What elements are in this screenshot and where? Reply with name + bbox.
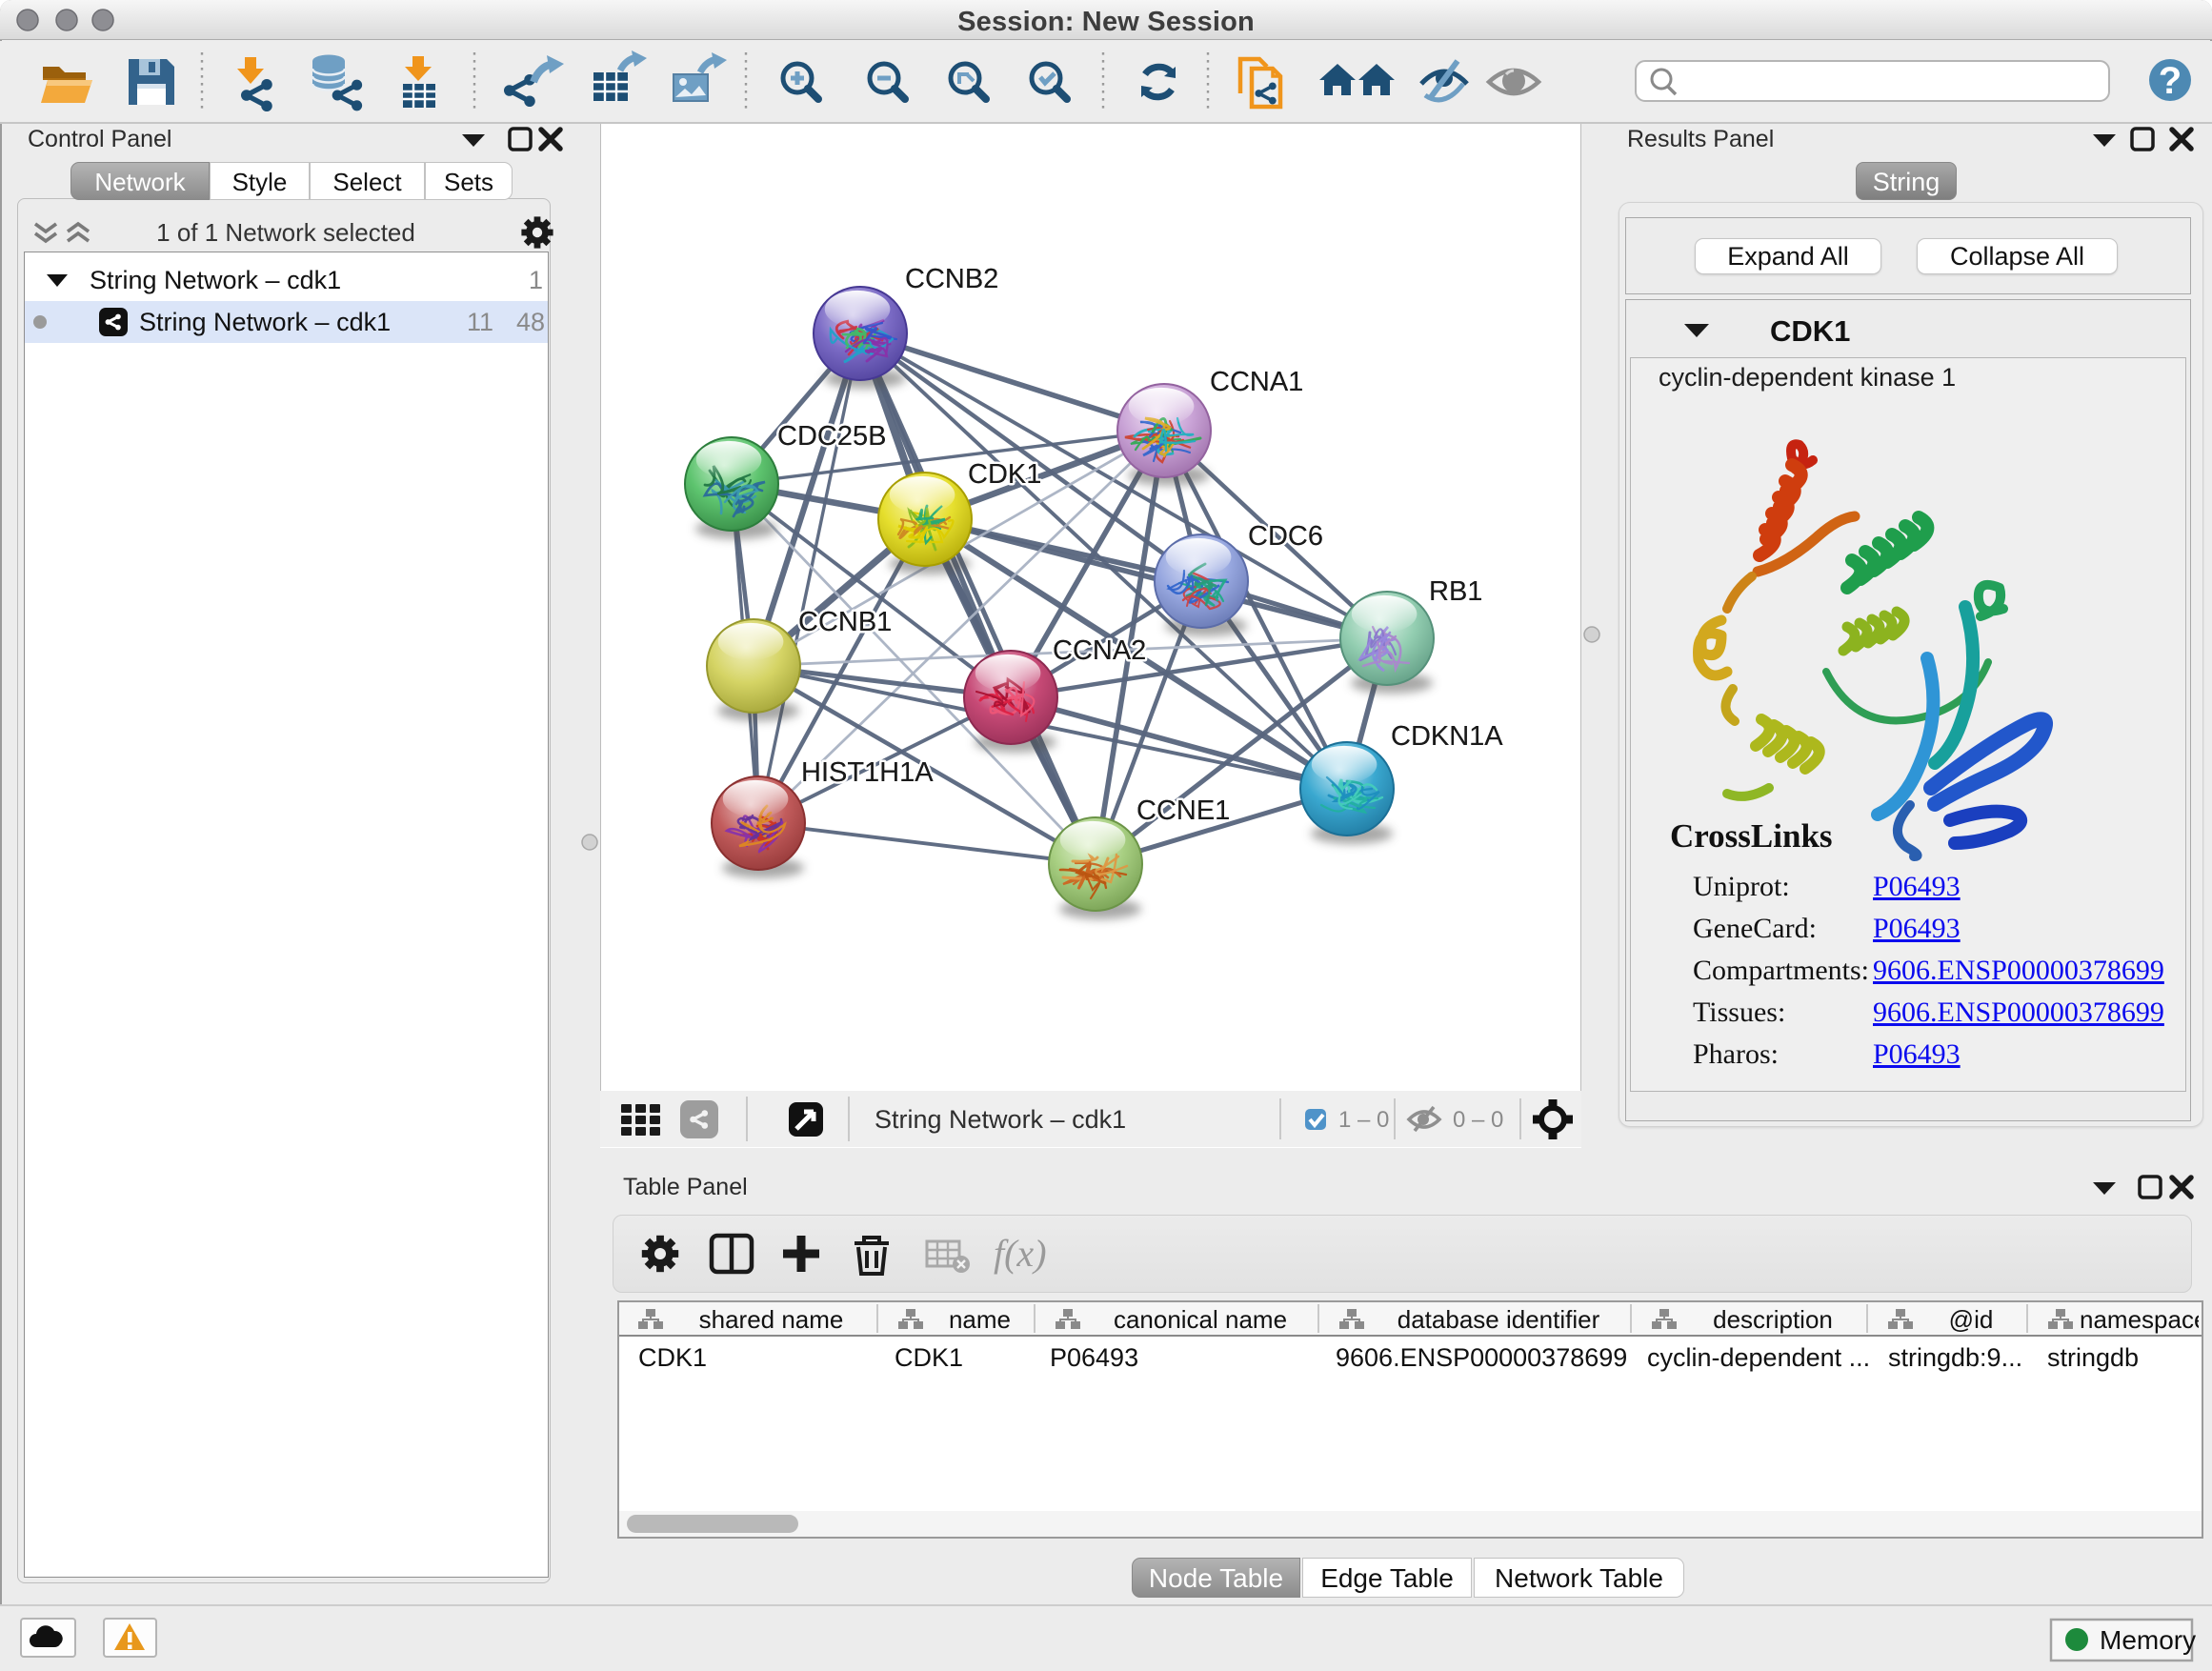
- svg-text:CCNB1: CCNB1: [798, 607, 892, 637]
- svg-text:CDKN1A: CDKN1A: [1391, 721, 1503, 752]
- svg-text:CCNE1: CCNE1: [1136, 795, 1230, 826]
- svg-text:f(x): f(x): [994, 1232, 1047, 1275]
- svg-text:HIST1H1A: HIST1H1A: [801, 757, 934, 788]
- svg-text:CCNA2: CCNA2: [1053, 635, 1146, 666]
- svg-text:RB1: RB1: [1429, 576, 1482, 607]
- svg-text:CCNB2: CCNB2: [905, 264, 998, 294]
- svg-text:CDK1: CDK1: [968, 459, 1041, 490]
- svg-text:CCNA1: CCNA1: [1210, 367, 1303, 397]
- svg-text:CDC25B: CDC25B: [777, 421, 886, 452]
- svg-text:CDK1: CDK1: [1770, 314, 1850, 348]
- svg-text:?: ?: [2159, 60, 2182, 102]
- svg-text:0 – 0: 0 – 0: [1453, 1107, 1503, 1133]
- svg-text:1 – 0: 1 – 0: [1338, 1107, 1389, 1133]
- svg-text:String Network – cdk1: String Network – cdk1: [875, 1105, 1126, 1134]
- svg-text:CDC6: CDC6: [1248, 521, 1323, 552]
- svg-text:Memory: Memory: [2100, 1625, 2196, 1655]
